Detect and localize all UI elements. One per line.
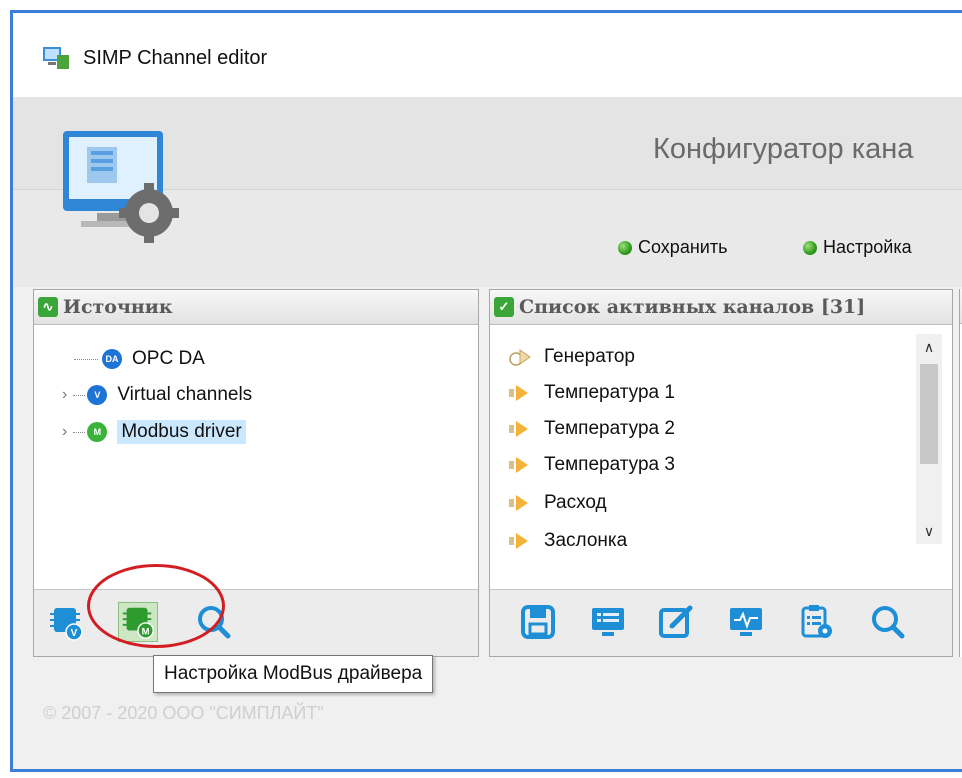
pulse-icon: ∿ [38,297,58,317]
chevron-right-icon[interactable]: › [62,386,67,404]
monitor-list-icon[interactable] [588,602,628,642]
checkbox-icon: ✓ [494,297,514,317]
channels-panel-header: ✓ Список активных каналов [31] [490,290,952,325]
status-dot-icon [618,240,632,255]
list-item[interactable]: Заслонка [508,530,627,552]
header-title: Конфигуратор кана [653,133,914,165]
search-icon[interactable] [868,602,908,642]
highlight-annotation [87,564,225,648]
tree-item-label: Virtual channels [117,384,253,405]
list-item[interactable]: Температура 1 [508,382,675,404]
channels-panel-toolbar [490,589,952,656]
app-icon [43,47,69,69]
window-title: SIMP Channel editor [83,47,268,69]
clipboard-settings-icon[interactable] [796,602,836,642]
list-item[interactable]: Генератор [508,346,635,368]
configurator-icon [63,131,179,243]
status-dot-icon [803,240,817,255]
tree-item-modbus-driver[interactable]: › M Modbus driver [62,420,246,444]
list-item-label: Заслонка [544,530,628,551]
scroll-down-icon[interactable]: ∨ [916,518,942,544]
monitor-chart-icon[interactable] [726,602,766,642]
list-item-label: Генератор [544,346,635,367]
list-item-label: Температура 2 [544,418,675,439]
tree-connector [73,394,86,396]
list-item-label: Расход [544,492,607,513]
tree-item-opc-da[interactable]: DA OPC DA [74,348,205,370]
source-panel-title: Источник [63,296,173,318]
scrollbar-thumb[interactable] [920,364,938,464]
virtual-channels-icon: V [87,385,108,405]
input-arrow-icon [509,533,528,549]
edit-icon[interactable] [656,602,696,642]
tree-connector [74,358,98,360]
list-item[interactable]: Расход [508,492,607,514]
input-arrow-icon [509,495,528,511]
input-arrow-icon [509,421,528,437]
copyright: © 2007 - 2020 ООО "СИМПЛАЙТ" [43,703,324,723]
save-button[interactable]: Сохранить [618,237,727,258]
virtual-channel-settings-icon[interactable]: V [46,602,86,642]
title-bar: SIMP Channel editor [13,13,962,97]
opc-da-icon: DA [102,349,122,369]
list-item-label: Температура 3 [544,454,675,475]
chevron-right-icon[interactable]: › [62,423,67,441]
header-area: Конфигуратор кана Сохранить Настройка [13,97,962,287]
list-item[interactable]: Температура 2 [508,418,675,440]
input-arrow-icon [509,457,528,473]
settings-label: Настройка [823,237,912,257]
tooltip: Настройка ModBus драйвера [153,655,434,693]
modbus-driver-icon: M [87,422,108,442]
source-panel-header: ∿ Источник [34,290,478,325]
scroll-up-icon[interactable]: ∧ [916,334,942,360]
list-item[interactable]: Температура 3 [508,454,675,476]
input-arrow-icon [509,385,528,401]
svg-text:V: V [71,628,78,639]
tree-connector [73,431,86,433]
generator-icon [509,349,531,366]
tree-item-label-selected: Modbus driver [117,420,246,444]
channels-panel-title: Список активных каналов [31] [519,296,866,318]
tree-item-virtual-channels[interactable]: › V Virtual channels [62,384,252,406]
list-item-label: Температура 1 [544,382,675,403]
save-label: Сохранить [638,237,728,257]
vertical-scrollbar[interactable]: ∧ ∨ [916,334,942,544]
tree-item-label: OPC DA [132,348,205,369]
channels-panel: ✓ Список активных каналов [31] Генератор… [489,289,953,657]
save-icon[interactable] [518,602,558,642]
settings-button[interactable]: Настройка [803,237,912,258]
